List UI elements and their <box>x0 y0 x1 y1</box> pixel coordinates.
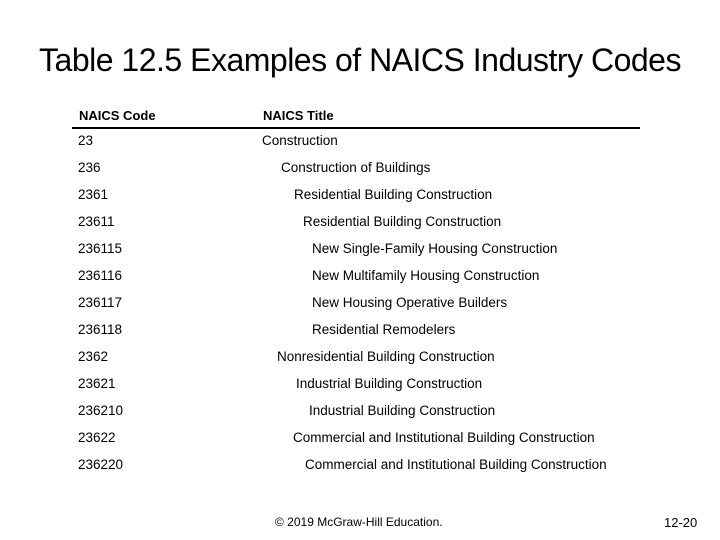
naics-title: Industrial Building Construction <box>296 376 483 391</box>
naics-title: Residential Building Construction <box>303 214 502 229</box>
naics-title: Industrial Building Construction <box>309 403 496 418</box>
header-divider <box>72 127 640 129</box>
table-row: 2361 Residential Building Construction <box>0 187 720 205</box>
naics-code: 23622 <box>78 430 116 445</box>
naics-title: Construction <box>262 133 338 148</box>
table-row: 23622 Commercial and Institutional Buildi… <box>0 430 720 448</box>
table-row: 23611 Residential Building Construction <box>0 214 720 232</box>
table-row: 236117 New Housing Operative Builders <box>0 295 720 313</box>
naics-code: 23611 <box>78 214 115 229</box>
column-header-code: NAICS Code <box>79 108 156 123</box>
slide: Table 12.5 Examples of NAICS Industry Co… <box>0 0 720 540</box>
table-row: 236 Construction of Buildings <box>0 160 720 178</box>
naics-title: Commercial and Institutional Building Co… <box>293 430 595 445</box>
naics-code: 2361 <box>78 187 109 202</box>
column-header-title: NAICS Title <box>263 108 334 123</box>
naics-code: 236116 <box>78 268 123 283</box>
naics-code: 23 <box>78 133 94 148</box>
table-row: 236116 New Multifamily Housing Constructi… <box>0 268 720 286</box>
naics-code: 236220 <box>78 457 124 472</box>
naics-title: Residential Remodelers <box>312 322 456 337</box>
table-row: 236210 Industrial Building Construction <box>0 403 720 421</box>
table-row: 23 Construction <box>0 133 720 151</box>
naics-title: New Single-Family Housing Construction <box>312 241 558 256</box>
naics-title: Residential Building Construction <box>294 187 493 202</box>
naics-title: New Multifamily Housing Construction <box>312 268 540 283</box>
page-number: 12-20 <box>664 515 698 530</box>
table-row: 236220 Commercial and Institutional Build… <box>0 457 720 475</box>
naics-code: 2362 <box>78 349 109 364</box>
naics-code: 236117 <box>78 295 123 310</box>
naics-title: Nonresidential Building Construction <box>277 349 495 364</box>
table-row: 236115 New Single-Family Housing Construc… <box>0 241 720 259</box>
naics-code: 23621 <box>78 376 116 391</box>
naics-code: 236 <box>78 160 101 175</box>
naics-title: Construction of Buildings <box>281 160 431 175</box>
table-row: 236118 Residential Remodelers <box>0 322 720 340</box>
table-row: 23621 Industrial Building Construction <box>0 376 720 394</box>
naics-code: 236115 <box>78 241 123 256</box>
table-row: 2362 Nonresidential Building Construction <box>0 349 720 367</box>
naics-title: New Housing Operative Builders <box>312 295 508 310</box>
naics-title: Commercial and Institutional Building Co… <box>305 457 607 472</box>
naics-code: 236210 <box>78 403 124 418</box>
slide-title: Table 12.5 Examples of NAICS Industry Co… <box>39 42 681 78</box>
naics-code: 236118 <box>78 322 123 337</box>
copyright-text: © 2019 McGraw-Hill Education. <box>275 515 443 529</box>
